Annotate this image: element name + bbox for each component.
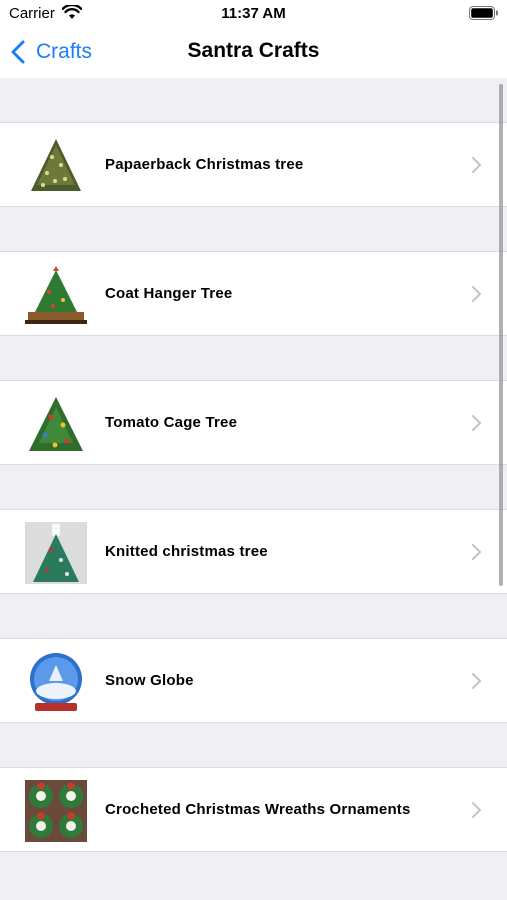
section-gap	[0, 852, 507, 896]
tomato-cage-tree-icon	[25, 393, 87, 455]
list-item-label: Knitted christmas tree	[105, 543, 268, 560]
chevron-right-icon	[472, 286, 481, 302]
list-item[interactable]: Coat Hanger Tree	[0, 251, 507, 336]
wreath-ornaments-icon	[25, 780, 87, 842]
knitted-tree-icon	[25, 522, 87, 584]
page-title: Santra Crafts	[187, 39, 320, 62]
chevron-right-icon	[472, 802, 481, 818]
section-gap	[0, 594, 507, 638]
section-gap	[0, 723, 507, 767]
list-item-label: Snow Globe	[105, 672, 194, 689]
chevron-right-icon	[472, 157, 481, 173]
battery-icon	[469, 6, 498, 20]
coat-hanger-tree-icon	[25, 264, 87, 326]
crafts-list: Papaerback Christmas tree Coat Hanger Tr…	[0, 78, 507, 896]
section-gap	[0, 78, 507, 122]
list-item-label: Papaerback Christmas tree	[105, 156, 304, 173]
chevron-right-icon	[472, 544, 481, 560]
snow-globe-icon	[25, 651, 87, 713]
navigation-bar: Crafts Santra Crafts	[0, 28, 507, 78]
status-bar: Carrier 11:37 AM	[0, 0, 507, 28]
paperback-tree-icon	[25, 135, 87, 197]
scrollbar[interactable]	[499, 84, 503, 586]
list-item[interactable]: Papaerback Christmas tree	[0, 122, 507, 207]
list-item[interactable]: Tomato Cage Tree	[0, 380, 507, 465]
section-gap	[0, 207, 507, 251]
list-item[interactable]: Knitted christmas tree	[0, 509, 507, 594]
status-time: 11:37 AM	[221, 5, 286, 22]
section-gap	[0, 336, 507, 380]
list-item[interactable]: Crocheted Christmas Wreaths Ornaments	[0, 767, 507, 852]
list-item-label: Tomato Cage Tree	[105, 414, 238, 431]
chevron-right-icon	[472, 673, 481, 689]
chevron-right-icon	[472, 415, 481, 431]
list-item-label: Crocheted Christmas Wreaths Ornaments	[105, 801, 411, 818]
section-gap	[0, 465, 507, 509]
list-item-label: Coat Hanger Tree	[105, 285, 233, 302]
list-item[interactable]: Snow Globe	[0, 638, 507, 723]
